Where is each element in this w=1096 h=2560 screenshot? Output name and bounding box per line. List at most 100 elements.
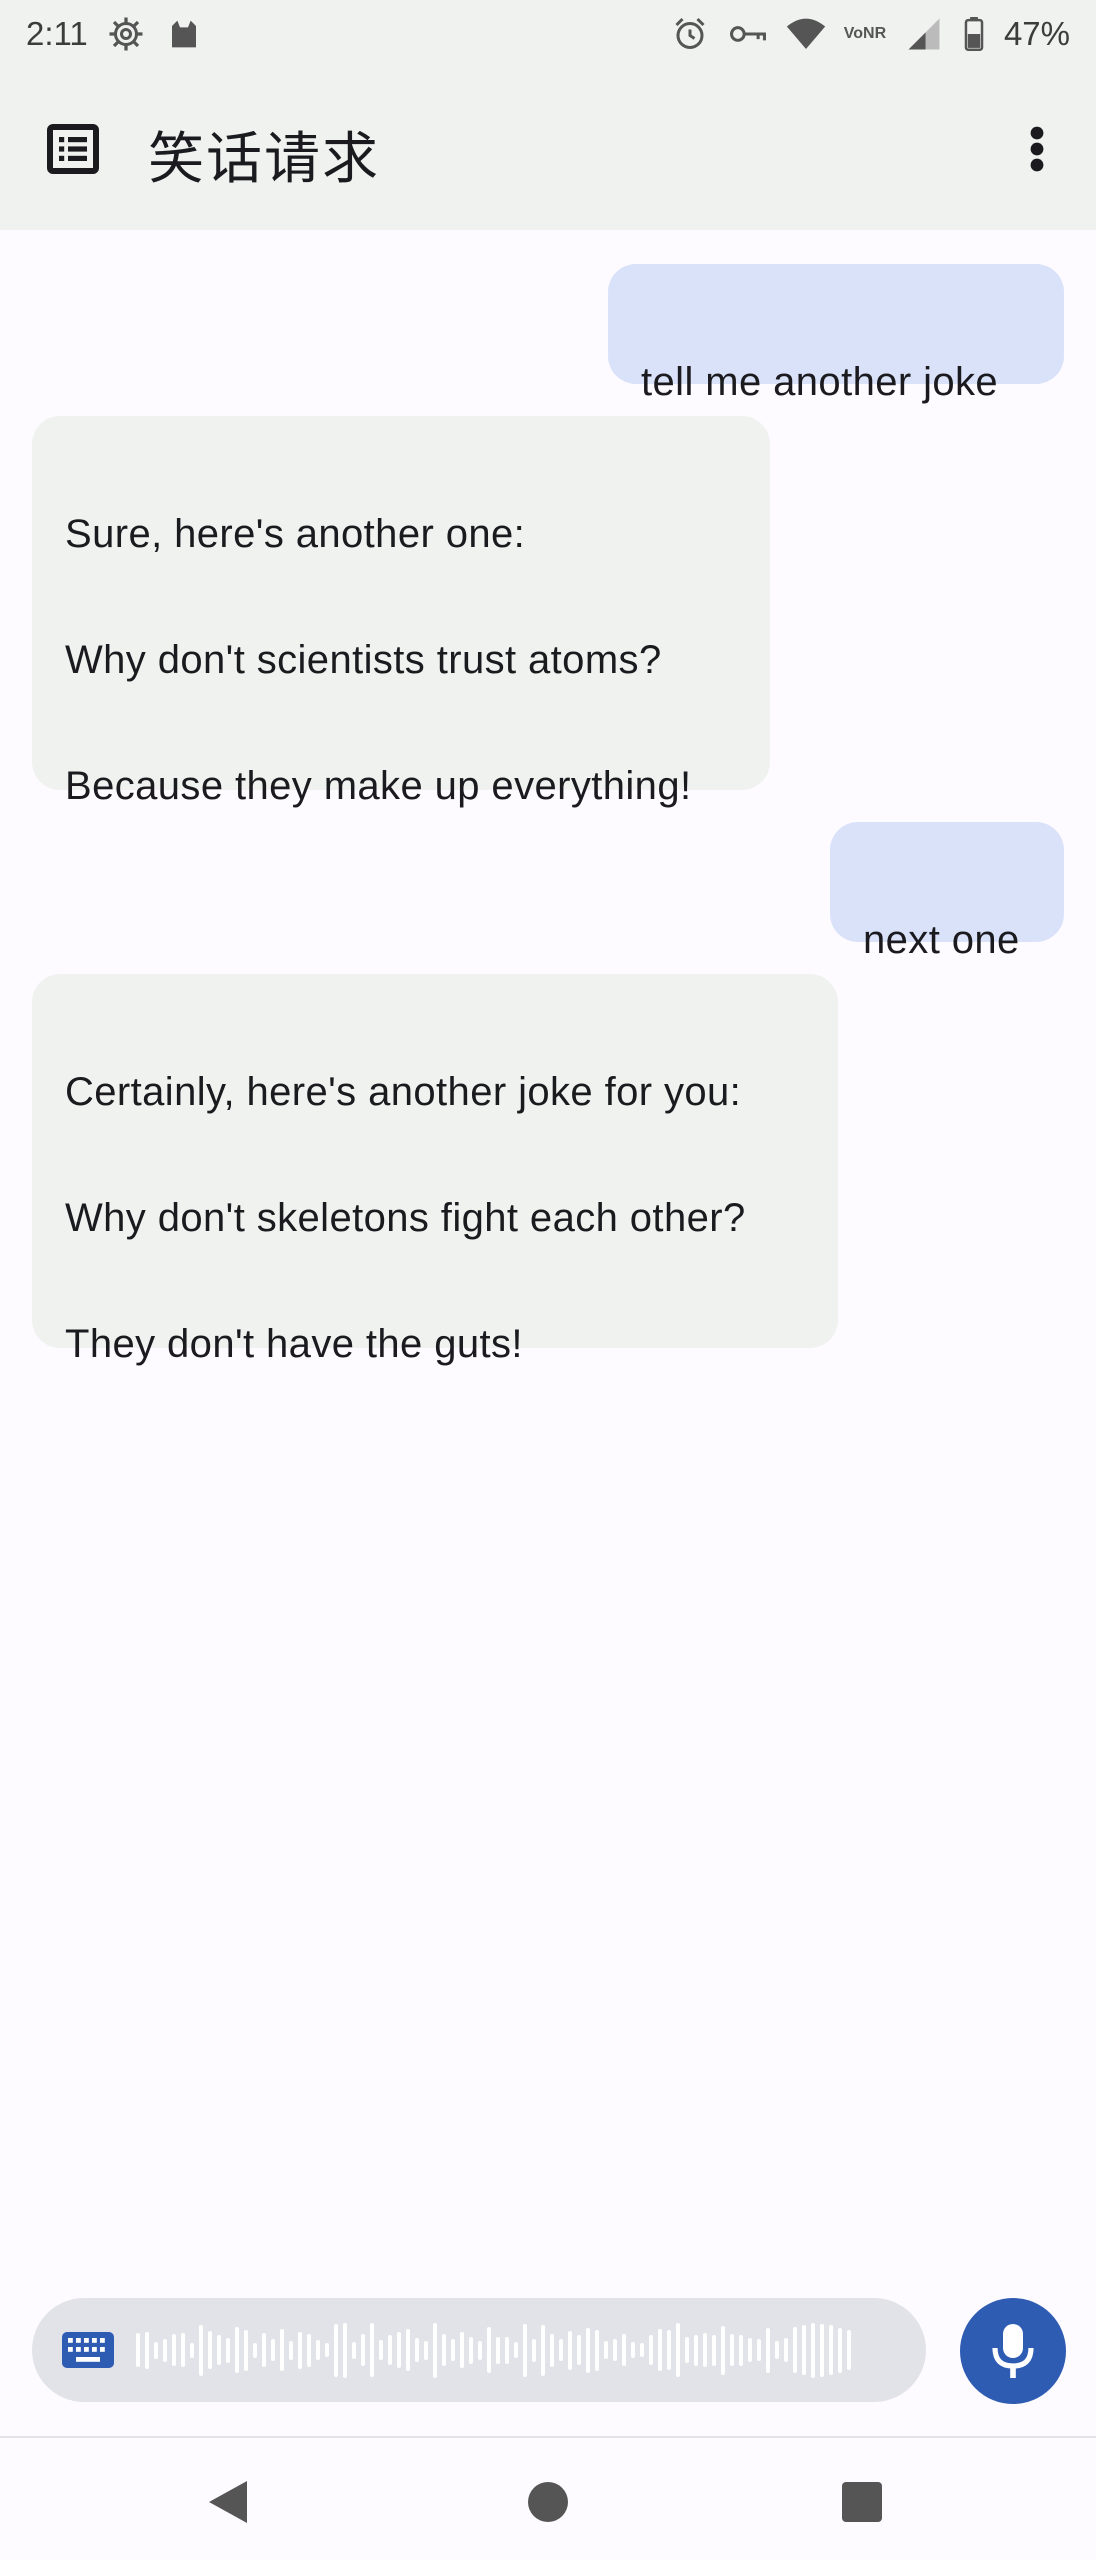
message-text: next one bbox=[863, 918, 1020, 962]
waveform-bar bbox=[541, 2324, 545, 2376]
waveform-bar bbox=[820, 2323, 824, 2377]
message-text: Certainly, here's another joke for you: … bbox=[65, 1070, 746, 1366]
vpn-key-icon bbox=[728, 14, 768, 54]
waveform-bar bbox=[595, 2329, 599, 2371]
page-title: 笑话请求 bbox=[148, 127, 380, 192]
waveform-bar bbox=[352, 2341, 356, 2359]
waveform-bar bbox=[730, 2334, 734, 2366]
battery-percent: 47% bbox=[1003, 15, 1070, 52]
voice-input-field[interactable] bbox=[32, 2298, 926, 2402]
waveform-bar bbox=[388, 2335, 392, 2365]
waveform-bar bbox=[712, 2334, 716, 2366]
waveform-bar bbox=[172, 2334, 176, 2366]
waveform-bar bbox=[442, 2334, 446, 2366]
waveform-bar bbox=[487, 2327, 491, 2373]
waveform-bar bbox=[802, 2325, 806, 2375]
waveform-bar bbox=[226, 2337, 230, 2363]
waveform-bar bbox=[190, 2342, 194, 2358]
vonr-icon: VoNR bbox=[844, 14, 886, 54]
waveform-bar bbox=[334, 2323, 338, 2377]
waveform-bar bbox=[244, 2329, 248, 2371]
waveform-bar bbox=[739, 2334, 743, 2366]
waveform-bar bbox=[622, 2334, 626, 2366]
waveform-bar bbox=[253, 2342, 257, 2358]
waveform-bar bbox=[154, 2341, 158, 2359]
waveform-bar bbox=[289, 2340, 293, 2360]
back-triangle-icon[interactable] bbox=[188, 2462, 268, 2542]
waveform-bar bbox=[325, 2343, 329, 2357]
waveform-bar bbox=[685, 2337, 689, 2363]
waveform-bar bbox=[280, 2329, 284, 2371]
waveform-bar bbox=[550, 2333, 554, 2367]
chat-transcript[interactable]: tell me another joke Sure, here's anothe… bbox=[0, 230, 1096, 2270]
waveform-bar bbox=[703, 2333, 707, 2367]
waveform-bar bbox=[793, 2327, 797, 2373]
waveform-bar bbox=[217, 2335, 221, 2365]
wifi-icon bbox=[786, 14, 826, 54]
waveform-bar bbox=[406, 2329, 410, 2371]
waveform-bar bbox=[694, 2334, 698, 2366]
voice-input-bar bbox=[0, 2270, 1096, 2430]
waveform-bar bbox=[748, 2338, 752, 2362]
system-nav-bar bbox=[0, 2438, 1096, 2560]
waveform-bar bbox=[658, 2329, 662, 2371]
waveform-bar bbox=[271, 2339, 275, 2361]
waveform-bar bbox=[568, 2330, 572, 2370]
waveform-bar bbox=[559, 2339, 563, 2361]
waveform-bar bbox=[766, 2327, 770, 2373]
waveform-bar bbox=[460, 2332, 464, 2368]
signal-icon bbox=[904, 14, 944, 54]
user-message[interactable]: next one bbox=[830, 822, 1064, 962]
home-circle-icon[interactable] bbox=[508, 2462, 588, 2542]
waveform-bar bbox=[307, 2333, 311, 2367]
waveform-bar bbox=[577, 2335, 581, 2365]
waveform-bar bbox=[163, 2338, 167, 2362]
message-text: tell me another joke bbox=[641, 360, 999, 404]
assistant-message[interactable]: Sure, here's another one: Why don't scie… bbox=[32, 416, 770, 808]
waveform-bar bbox=[775, 2341, 779, 2359]
vonr-label: VoNR bbox=[843, 25, 887, 42]
user-message[interactable]: tell me another joke bbox=[608, 264, 1064, 404]
assistant-message[interactable]: Certainly, here's another joke for you: … bbox=[32, 974, 838, 1366]
waveform-bar bbox=[433, 2322, 437, 2378]
waveform-bar bbox=[505, 2336, 509, 2364]
alarm-icon bbox=[670, 14, 710, 54]
keyboard-icon[interactable] bbox=[60, 2330, 116, 2370]
waveform-bar bbox=[136, 2333, 140, 2367]
list-icon[interactable] bbox=[40, 116, 106, 182]
waveform-bar bbox=[478, 2340, 482, 2360]
mic-icon[interactable] bbox=[960, 2298, 1066, 2404]
status-time: 2:11 bbox=[26, 15, 88, 52]
app-bar: 笑话请求 bbox=[0, 68, 1096, 230]
recents-square-icon[interactable] bbox=[822, 2462, 902, 2542]
cat-icon bbox=[164, 14, 204, 54]
waveform-bar bbox=[667, 2330, 671, 2370]
waveform-bar bbox=[316, 2340, 320, 2360]
waveform-bar bbox=[523, 2323, 527, 2377]
waveform-bar bbox=[586, 2327, 590, 2373]
message-text: Sure, here's another one: Why don't scie… bbox=[65, 512, 692, 808]
waveform-bar bbox=[379, 2340, 383, 2360]
waveform-bar bbox=[181, 2333, 185, 2367]
waveform-bar bbox=[199, 2324, 203, 2376]
waveform-bar bbox=[613, 2339, 617, 2361]
waveform-bar bbox=[361, 2334, 365, 2366]
waveform-bar bbox=[757, 2339, 761, 2361]
waveform-bar bbox=[640, 2343, 644, 2357]
waveform-bar bbox=[451, 2339, 455, 2361]
waveform-bar bbox=[370, 2323, 374, 2377]
waveform-bar bbox=[811, 2322, 815, 2378]
waveform-bar bbox=[649, 2335, 653, 2365]
waveform-bar bbox=[469, 2336, 473, 2364]
waveform-bar bbox=[631, 2342, 635, 2358]
waveform-bar bbox=[784, 2338, 788, 2362]
waveform-bar bbox=[235, 2327, 239, 2373]
status-bar: 2:11 VoNR 47% bbox=[0, 0, 1096, 68]
waveform-bar bbox=[496, 2336, 500, 2364]
more-vert-icon[interactable] bbox=[1004, 116, 1070, 182]
waveform-bar bbox=[676, 2323, 680, 2377]
waveform-bar bbox=[145, 2331, 149, 2369]
settings-gear-icon bbox=[106, 14, 146, 54]
waveform-bar bbox=[829, 2325, 833, 2375]
waveform-bar bbox=[262, 2333, 266, 2367]
